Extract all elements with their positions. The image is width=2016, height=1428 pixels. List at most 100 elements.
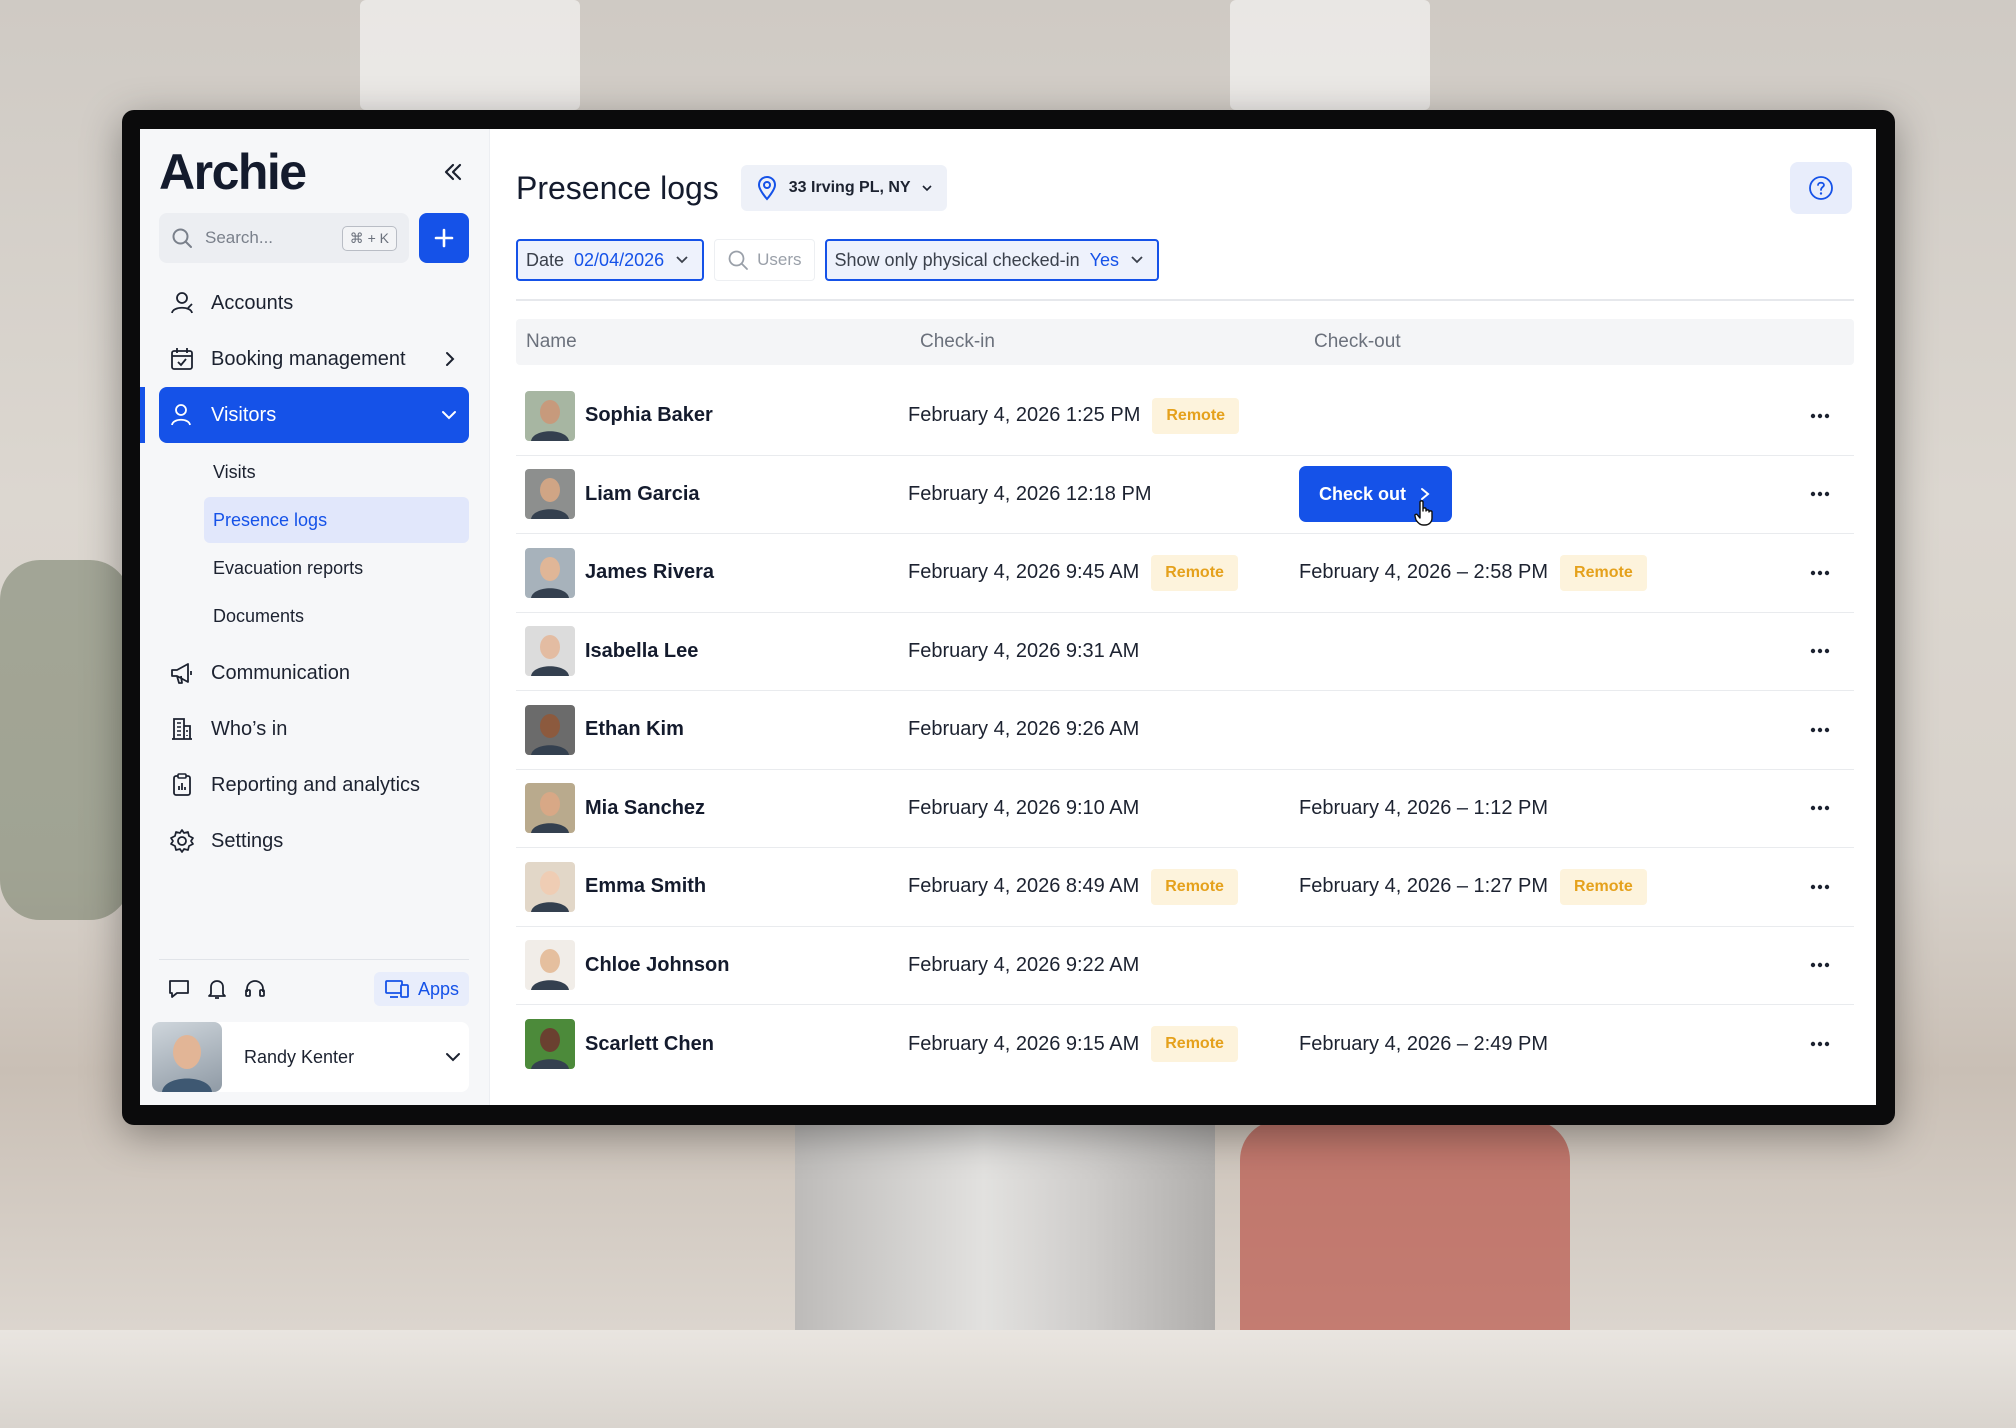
sidebar-item-label: Settings: [211, 829, 284, 852]
sidebar-item-reporting[interactable]: Reporting and analytics: [159, 757, 469, 813]
table-row[interactable]: Ethan Kim February 4, 2026 9:26 AM: [516, 691, 1854, 770]
column-header-name[interactable]: Name: [526, 331, 920, 353]
sidebar-item-label: Who’s in: [211, 717, 288, 740]
logo-row: Archie: [159, 144, 469, 200]
checkin-cell: February 4, 2026 9:10 AM: [908, 797, 1299, 820]
main-nav: Accounts Booking management Visitors Vis…: [140, 275, 469, 869]
checkin-cell: February 4, 2026 9:31 AM: [908, 640, 1299, 663]
visitor-name: Emma Smith: [585, 875, 707, 898]
accounts-icon: [169, 290, 195, 316]
table-row[interactable]: Sophia Baker February 4, 2026 1:25 PM Re…: [516, 377, 1854, 456]
visitor-name: Scarlett Chen: [585, 1032, 714, 1055]
avatar: [525, 1019, 575, 1070]
background-chair: [1240, 1120, 1570, 1340]
sidebar-item-booking-management[interactable]: Booking management: [159, 331, 469, 387]
visitor-name: Mia Sanchez: [585, 796, 706, 819]
submenu-item-presence-logs[interactable]: Presence logs: [204, 497, 469, 543]
sidebar-item-settings[interactable]: Settings: [159, 813, 469, 869]
name-cell: Emma Smith: [516, 861, 908, 912]
sidebar-item-label: Reporting and analytics: [211, 773, 421, 796]
submenu-item-visits[interactable]: Visits: [204, 449, 469, 495]
submenu-item-evacuation-reports[interactable]: Evacuation reports: [204, 545, 469, 591]
more-options-button[interactable]: [1800, 553, 1840, 593]
sidebar-item-communication[interactable]: Communication: [159, 645, 469, 701]
apps-label: Apps: [417, 978, 459, 999]
check-out-label: Check out: [1319, 483, 1407, 504]
avatar: [525, 861, 575, 912]
collapse-sidebar-button[interactable]: [437, 156, 469, 188]
more-options-button[interactable]: [1800, 788, 1840, 828]
avatar: [525, 783, 575, 834]
apps-button[interactable]: Apps: [373, 972, 469, 1006]
sidebar-item-whos-in[interactable]: Who’s in: [159, 701, 469, 757]
user-name: Randy Kenter: [244, 1046, 355, 1067]
table-row[interactable]: Isabella Lee February 4, 2026 9:31 AM: [516, 613, 1854, 691]
more-options-button[interactable]: [1800, 867, 1840, 907]
background-window: [360, 0, 580, 110]
checkin-cell: February 4, 2026 8:49 AM Remote: [908, 868, 1299, 905]
table-row[interactable]: Scarlett Chen February 4, 2026 9:15 AM R…: [516, 1005, 1854, 1084]
column-header-checkout[interactable]: Check-out: [1314, 331, 1401, 353]
date-filter[interactable]: Date 02/04/2026: [516, 239, 705, 281]
sidebar-item-label: Booking management: [211, 347, 406, 370]
users-filter-input[interactable]: Users: [714, 239, 815, 281]
remote-badge: Remote: [1151, 554, 1238, 591]
chevron-down-icon: [1131, 256, 1143, 264]
headset-icon[interactable]: [243, 977, 267, 1001]
more-options-button[interactable]: [1800, 710, 1840, 750]
table-row[interactable]: Chloe Johnson February 4, 2026 9:22 AM: [516, 927, 1854, 1005]
user-profile[interactable]: Randy Kenter: [152, 1022, 469, 1092]
table-body: Sophia Baker February 4, 2026 1:25 PM Re…: [516, 377, 1854, 1084]
check-out-button[interactable]: Check out: [1299, 466, 1453, 526]
checkin-cell: February 4, 2026 9:15 AM Remote: [908, 1026, 1299, 1063]
bell-icon[interactable]: [205, 977, 229, 1001]
more-options-button[interactable]: [1800, 396, 1840, 436]
users-filter-placeholder: Users: [757, 250, 802, 269]
background-desk: [0, 1330, 2016, 1428]
checkin-cell: February 4, 2026 9:45 AM Remote: [908, 554, 1299, 591]
visitors-submenu: Visits Presence logs Evacuation reports …: [204, 449, 469, 639]
sidebar-footer: Apps Randy Kenter: [152, 959, 469, 1092]
more-options-button[interactable]: [1800, 631, 1840, 671]
megaphone-icon: [169, 660, 195, 686]
checkin-time: February 4, 2026 9:22 AM: [908, 953, 1140, 976]
remote-badge: Remote: [1152, 397, 1240, 434]
avatar: [152, 1022, 222, 1092]
chevron-down-icon: [446, 1053, 460, 1062]
checkout-cell: February 4, 2026 – 2:58 PM Remote: [1299, 554, 1800, 591]
help-button[interactable]: [1790, 162, 1852, 214]
sidebar-item-accounts[interactable]: Accounts: [159, 275, 469, 331]
name-cell: Chloe Johnson: [516, 940, 908, 991]
submenu-item-documents[interactable]: Documents: [204, 593, 469, 639]
table-row[interactable]: Mia Sanchez February 4, 2026 9:10 AM Feb…: [516, 770, 1854, 848]
name-cell: Liam Garcia: [516, 469, 908, 520]
hand-cursor-icon: [1414, 500, 1433, 526]
checkin-time: February 4, 2026 12:18 PM: [908, 482, 1152, 505]
table-row[interactable]: James Rivera February 4, 2026 9:45 AM Re…: [516, 534, 1854, 613]
remote-badge: Remote: [1151, 868, 1238, 905]
column-header-checkin[interactable]: Check-in: [920, 331, 1314, 353]
search-icon: [728, 250, 749, 270]
add-button[interactable]: [419, 213, 469, 263]
chat-icon[interactable]: [167, 977, 191, 1001]
table-row[interactable]: Emma Smith February 4, 2026 8:49 AM Remo…: [516, 848, 1854, 927]
background-window: [1230, 0, 1430, 110]
visitor-icon: [169, 402, 195, 428]
chevron-down-icon: [922, 185, 932, 192]
more-options-button[interactable]: [1800, 945, 1840, 985]
more-horizontal-icon: [1810, 963, 1830, 968]
more-options-button[interactable]: [1800, 474, 1840, 514]
more-options-button[interactable]: [1800, 1024, 1840, 1064]
location-selector[interactable]: 33 Irving PL, NY: [740, 165, 947, 211]
app-screen: Archie Search... ⌘ + K Accounts Booking …: [140, 129, 1876, 1105]
table-row[interactable]: Liam Garcia February 4, 2026 12:18 PM Ch…: [516, 456, 1854, 534]
sidebar-item-visitors[interactable]: Visitors: [140, 387, 469, 443]
name-cell: Ethan Kim: [516, 704, 908, 755]
location-label: 33 Irving PL, NY: [788, 179, 911, 196]
checkin-time: February 4, 2026 9:10 AM: [908, 796, 1140, 819]
search-input[interactable]: Search... ⌘ + K: [159, 213, 409, 263]
physical-checkin-filter[interactable]: Show only physical checked-in Yes: [824, 239, 1160, 281]
sidebar-item-label: Communication: [211, 661, 350, 684]
main-content: Presence logs 33 Irving PL, NY Date 02/0…: [490, 129, 1876, 1105]
chevron-down-icon: [676, 256, 688, 264]
